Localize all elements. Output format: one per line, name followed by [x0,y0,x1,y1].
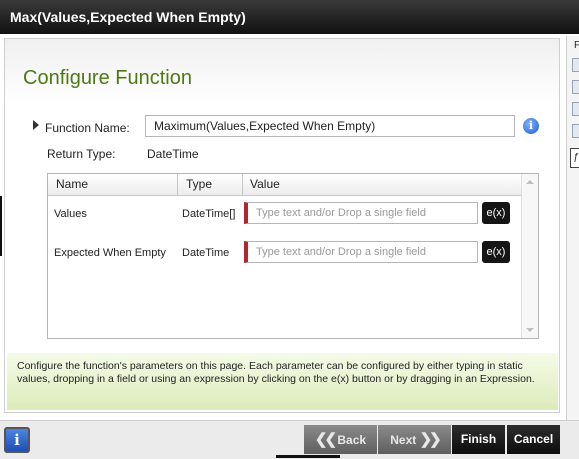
expand-arrow-icon[interactable] [33,120,39,130]
panel-tool-icon[interactable] [572,102,579,116]
column-separator [177,174,178,195]
function-name-label: Function Name: [45,121,130,135]
wizard-footer: i ❮❮ Back Next ❯❯ Finish Cancel [0,420,579,459]
return-type-label: Return Type: [47,147,116,161]
back-button[interactable]: ❮❮ Back [304,425,377,454]
panel-tool-icon[interactable] [572,58,579,72]
left-edge-strip [0,196,2,256]
right-side-panel: F ƒ [566,36,579,458]
next-button-label: Next [390,433,417,447]
expression-button[interactable]: e(x) [482,202,510,224]
info-icon[interactable]: i [4,427,30,453]
function-tab-icon[interactable]: ƒ [570,148,579,168]
param-name: Values [54,208,87,220]
return-type-value: DateTime [147,147,199,161]
next-chevron-icon: ❯❯ [419,431,442,448]
window-title-bar: Max(Values,Expected When Empty) [0,0,579,34]
window-title: Max(Values,Expected When Empty) [10,9,246,25]
right-panel-letter: F [574,40,579,51]
next-button[interactable]: Next ❯❯ [378,425,451,454]
info-icon[interactable]: i [523,118,539,134]
help-text-panel: Configure the function's parameters on t… [7,353,558,410]
column-header-type[interactable]: Type [186,174,212,195]
scroll-down-icon[interactable] [526,328,534,332]
parameters-grid: Name Type Value Values DateTime[] Type t… [47,173,539,339]
cancel-button[interactable]: Cancel [507,425,560,454]
back-button-label: Back [337,433,367,447]
param-name: Expected When Empty [54,247,166,259]
panel-tool-icon[interactable] [572,80,579,94]
column-separator [242,174,243,195]
param-value-input[interactable]: Type text and/or Drop a single field [244,241,478,263]
column-header-name[interactable]: Name [56,174,88,195]
grid-scrollbar[interactable] [521,174,538,338]
page-title: Configure Function [23,67,192,89]
column-header-value[interactable]: Value [250,174,280,195]
header-band: Configure Function [5,39,559,104]
param-type: DateTime [182,247,230,259]
param-type: DateTime[] [182,208,236,220]
param-value-input[interactable]: Type text and/or Drop a single field [244,202,478,224]
function-name-input[interactable]: Maximum(Values,Expected When Empty) [145,115,515,137]
grid-header: Name Type Value [48,174,522,196]
expression-button[interactable]: e(x) [482,241,510,263]
finish-button[interactable]: Finish [452,425,505,454]
scroll-up-icon[interactable] [526,180,534,184]
configure-function-dialog: Configure Function Function Name: Maximu… [4,38,560,413]
back-chevron-icon: ❮❮ [314,431,337,448]
panel-tool-icon[interactable] [572,124,579,138]
